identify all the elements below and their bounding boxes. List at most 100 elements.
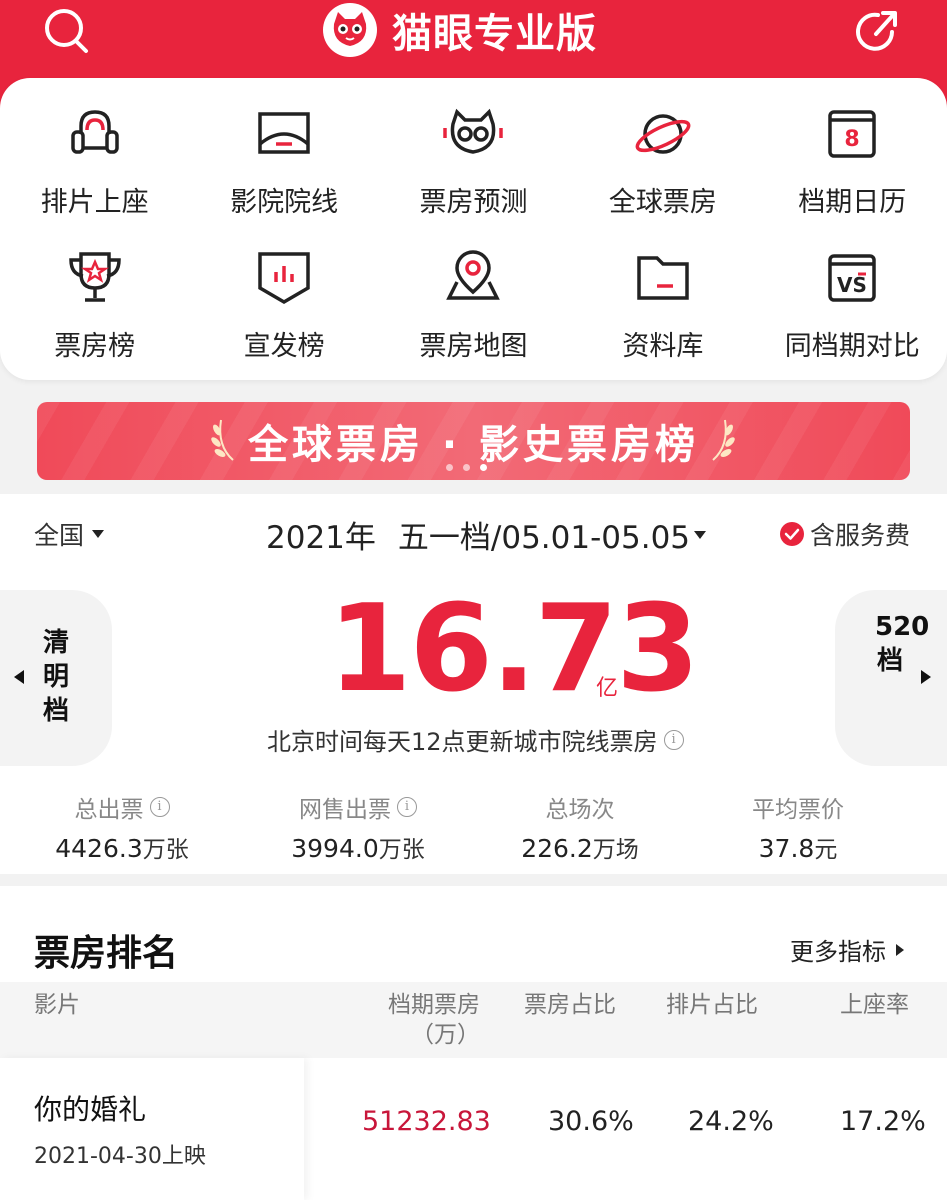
pagination-dot[interactable] — [463, 464, 470, 471]
arrow-right-icon — [921, 670, 931, 684]
period-selector[interactable]: 2021年 五一档/05.01-05.05 — [266, 512, 707, 557]
banner-text: 全球票房 · 影史票房榜 — [247, 422, 700, 468]
check-circle-icon — [780, 522, 804, 546]
svg-text:8: 8 — [845, 127, 860, 152]
arrow-left-icon — [14, 670, 24, 684]
menu-item-global[interactable]: 全球票房 — [568, 104, 757, 248]
dropdown-arrow-icon — [92, 530, 105, 538]
menu-label: 全球票房 — [608, 187, 717, 218]
stats-row: 总出票 i 4426.3万张 网售出票 i 3994.0万张 总场次 226.2… — [0, 790, 947, 864]
svg-text:VS: VS — [837, 273, 867, 297]
menu-item-period-compare[interactable]: VS 同档期对比 — [758, 248, 947, 392]
menu-label: 档期日历 — [798, 187, 907, 218]
app-title: 猫眼专业版 — [392, 11, 597, 57]
column-header-film[interactable]: 影片 — [34, 990, 80, 1020]
menu-item-forecast[interactable]: 票房预测 — [379, 104, 568, 248]
menu-item-cinemas[interactable]: 影院院线 — [189, 104, 378, 248]
stat-label: 网售出票 i — [299, 790, 417, 824]
stat-total-shows: 总场次 226.2万场 — [472, 790, 688, 864]
owl-icon — [443, 108, 504, 154]
column-header-occupancy[interactable]: 上座率 — [840, 990, 909, 1020]
menu-label: 宣发榜 — [243, 331, 325, 362]
calendar-icon: 8 — [828, 110, 876, 158]
column-header-share[interactable]: 票房占比 — [524, 990, 616, 1020]
menu-item-promotion-chart[interactable]: 宣发榜 — [189, 248, 378, 392]
stat-total-tickets: 总出票 i 4426.3万张 — [0, 790, 244, 864]
info-icon[interactable]: i — [663, 729, 684, 750]
banner-pagination — [446, 464, 487, 471]
prev-period-button[interactable]: 清明档 — [0, 590, 112, 766]
menu-item-boxoffice-chart[interactable]: 票房榜 — [0, 248, 189, 392]
boxoffice-ranking: 票房排名 更多指标 影片 档期票房 （万） 票房占比 排片占比 上座率 你的婚礼… — [0, 886, 947, 1200]
stat-online-tickets: 网售出票 i 3994.0万张 — [244, 790, 472, 864]
stat-label: 平均票价 — [752, 790, 844, 824]
more-metrics-label: 更多指标 — [790, 938, 886, 966]
vs-icon: VS — [828, 254, 876, 302]
column-header-line: （万） — [411, 1022, 480, 1048]
search-button[interactable] — [42, 6, 92, 56]
stat-unit: 万场 — [592, 837, 639, 863]
screen-icon — [258, 112, 310, 154]
info-icon[interactable]: i — [149, 797, 170, 817]
stat-label-text: 总场次 — [545, 797, 615, 823]
region-selector[interactable]: 全国 — [34, 516, 105, 552]
column-header-schedule[interactable]: 排片占比 — [666, 990, 758, 1020]
stat-number: 226.2 — [521, 834, 593, 863]
banner-chart-icon — [258, 252, 310, 305]
stat-label-text: 平均票价 — [752, 797, 844, 823]
menu-item-seating[interactable]: 排片上座 — [0, 104, 189, 248]
period-label: 五一档/05.01-05.05 — [397, 520, 691, 556]
film-name: 你的婚礼 — [34, 1093, 147, 1126]
menu-item-boxoffice-map[interactable]: 票房地图 — [379, 248, 568, 392]
column-header-boxoffice[interactable]: 档期票房 （万） — [380, 990, 480, 1050]
stat-unit: 元 — [814, 837, 838, 863]
menu-label: 票房预测 — [419, 187, 528, 218]
table-header: 影片 档期票房 （万） 票房占比 排片占比 上座率 — [0, 982, 947, 1058]
app-logo: 猫眼专业版 — [322, 2, 597, 58]
share-value: 30.6% — [548, 1106, 634, 1137]
feature-menu-grid: 排片上座 影院院线 票房预测 全球票房 8 档期日历 票房榜 宣发榜 票房地图 … — [0, 104, 947, 392]
share-icon — [856, 11, 897, 51]
more-metrics-button[interactable]: 更多指标 — [790, 932, 904, 967]
stat-avg-price: 平均票价 37.8元 — [688, 790, 908, 864]
menu-label: 资料库 — [622, 331, 704, 362]
table-row[interactable]: 你的婚礼 2021-04-30上映 51232.83 30.6% 24.2% 1… — [0, 1058, 947, 1200]
share-button[interactable] — [852, 6, 902, 56]
pagination-dot-active[interactable] — [480, 464, 487, 471]
next-period-label: 520档 — [875, 612, 930, 676]
region-label: 全国 — [34, 521, 85, 550]
update-note: 北京时间每天12点更新城市院线票房 i — [267, 722, 684, 757]
planet-icon — [635, 114, 691, 154]
film-cell[interactable]: 你的婚礼 2021-04-30上映 — [0, 1058, 304, 1200]
menu-label: 影院院线 — [230, 187, 339, 218]
arrow-right-icon — [896, 943, 904, 956]
menu-item-database[interactable]: 资料库 — [568, 248, 757, 392]
info-icon[interactable]: i — [397, 797, 417, 817]
boxoffice-value: 51232.83 — [362, 1106, 491, 1137]
stat-value: 4426.3万张 — [55, 830, 188, 864]
stat-label: 总出票 i — [75, 790, 170, 824]
stat-unit: 万张 — [142, 837, 189, 863]
map-pin-icon — [446, 250, 501, 300]
stat-label-text: 总出票 — [74, 797, 144, 823]
stat-label: 总场次 — [546, 790, 615, 824]
next-period-button[interactable]: 520档 — [835, 590, 947, 766]
feature-menu-card: 排片上座 影院院线 票房预测 全球票房 8 档期日历 票房榜 宣发榜 票房地图 … — [0, 78, 947, 380]
wheat-right-icon — [712, 419, 735, 461]
pagination-dot[interactable] — [446, 464, 453, 471]
menu-label: 排片上座 — [40, 187, 149, 218]
stat-value: 226.2万场 — [521, 830, 639, 864]
stat-unit: 万张 — [378, 837, 425, 863]
stat-number: 37.8 — [758, 834, 815, 863]
column-header-line: 档期票房 — [388, 992, 480, 1018]
stat-value: 3994.0万张 — [291, 830, 424, 864]
period-summary: 全国 2021年 五一档/05.01-05.05 含服务费 清明档 16.73 … — [0, 494, 947, 874]
search-icon — [45, 9, 88, 53]
cat-logo-icon — [323, 3, 377, 57]
stat-number: 3994.0 — [291, 834, 379, 863]
service-fee-label: 含服务费 — [810, 521, 911, 550]
update-note-text: 北京时间每天12点更新城市院线票房 — [267, 728, 658, 756]
menu-item-calendar[interactable]: 8 档期日历 — [758, 104, 947, 248]
service-fee-toggle[interactable]: 含服务费 — [780, 516, 910, 552]
ranking-title: 票房排名 — [34, 933, 179, 974]
